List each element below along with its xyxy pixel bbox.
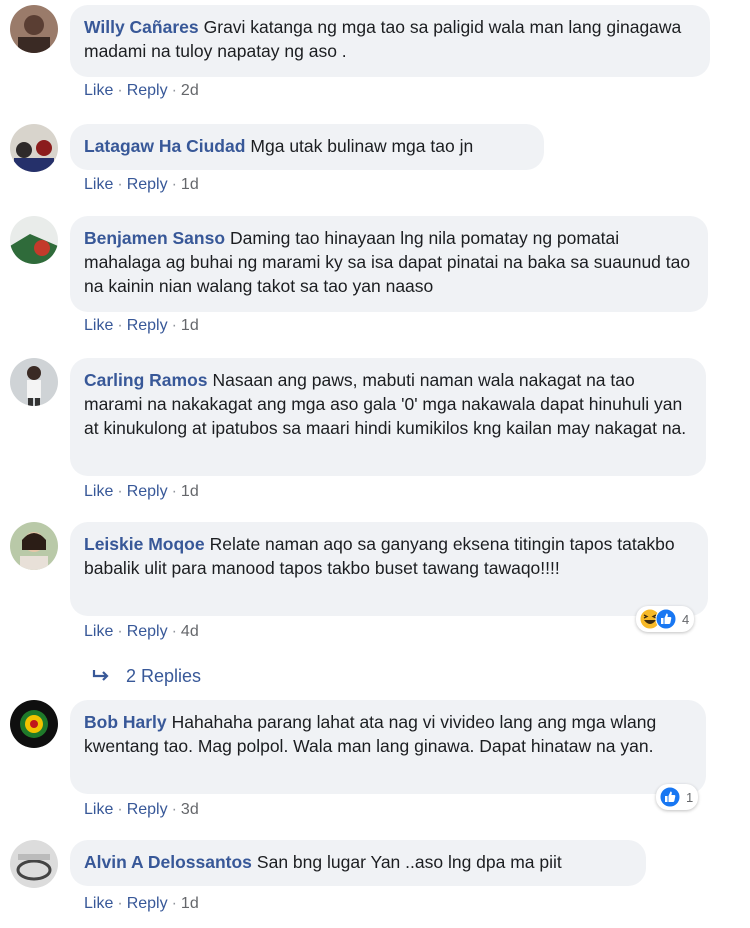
timestamp[interactable]: 1d <box>181 317 199 334</box>
avatar[interactable] <box>10 840 58 888</box>
like-icon <box>659 786 681 808</box>
like-button[interactable]: Like <box>84 895 113 912</box>
avatar[interactable] <box>10 700 58 748</box>
comment-author[interactable]: Willy Cañares <box>84 17 199 37</box>
comment-bubble: Leiskie Moqoe Relate naman aqo sa ganyang… <box>70 522 708 616</box>
comment-author[interactable]: Leiskie Moqoe <box>84 534 205 554</box>
like-button[interactable]: Like <box>84 82 113 99</box>
separator: · <box>171 317 177 334</box>
avatar[interactable] <box>10 522 58 570</box>
reply-button[interactable]: Reply <box>127 483 168 500</box>
reply-button[interactable]: Reply <box>127 895 168 912</box>
timestamp[interactable]: 4d <box>181 623 199 640</box>
separator: · <box>117 176 123 193</box>
separator: · <box>117 483 123 500</box>
like-button[interactable]: Like <box>84 317 113 334</box>
comment-actions: Like · Reply · 4d <box>84 622 199 642</box>
comment-bubble: Bob Harly Hahahaha parang lahat ata nag v… <box>70 700 706 794</box>
comment-bubble: Benjamen Sanso Daming tao hinayaan lng ni… <box>70 216 708 312</box>
comment-actions: Like · Reply · 1d <box>84 482 199 502</box>
comment-author[interactable]: Bob Harly <box>84 712 167 732</box>
avatar[interactable] <box>10 216 58 264</box>
comment-actions: Like · Reply · 2d <box>84 81 199 101</box>
timestamp[interactable]: 2d <box>181 82 199 99</box>
comment-actions: Like · Reply · 1d <box>84 175 199 195</box>
separator: · <box>171 483 177 500</box>
timestamp[interactable]: 1d <box>181 895 199 912</box>
view-replies-link[interactable]: 2 Replies <box>92 664 201 688</box>
separator: · <box>117 317 123 334</box>
reply-button[interactable]: Reply <box>127 317 168 334</box>
avatar[interactable] <box>10 358 58 406</box>
like-icon <box>655 608 677 630</box>
separator: · <box>171 82 177 99</box>
comment-actions: Like · Reply · 1d <box>84 894 199 914</box>
like-button[interactable]: Like <box>84 483 113 500</box>
comment-bubble: Willy Cañares Gravi katanga ng mga tao sa… <box>70 5 710 77</box>
separator: · <box>171 623 177 640</box>
like-button[interactable]: Like <box>84 801 113 818</box>
comment-bubble: Alvin A Delossantos San bng lugar Yan ..a… <box>70 840 646 886</box>
reply-button[interactable]: Reply <box>127 176 168 193</box>
comment-author[interactable]: Benjamen Sanso <box>84 228 225 248</box>
reply-button[interactable]: Reply <box>127 82 168 99</box>
timestamp[interactable]: 1d <box>181 483 199 500</box>
comment-actions: Like · Reply · 1d <box>84 316 199 336</box>
comment-text: Hahahaha parang lahat ata nag vi vivideo… <box>84 712 657 756</box>
separator: · <box>117 82 123 99</box>
comment-bubble: Latagaw Ha Ciudad Mga utak bulinaw mga ta… <box>70 124 544 170</box>
reaction-count: 4 <box>682 611 690 627</box>
comment-actions: Like · Reply · 3d <box>84 800 199 820</box>
comment-bubble: Carling Ramos Nasaan ang paws, mabuti nam… <box>70 358 706 476</box>
avatar[interactable] <box>10 5 58 53</box>
reaction-summary[interactable]: 4 <box>636 606 695 632</box>
reaction-summary[interactable]: 1 <box>656 784 699 810</box>
reaction-count: 1 <box>686 789 694 805</box>
separator: · <box>171 176 177 193</box>
separator: · <box>117 801 123 818</box>
comment-author[interactable]: Carling Ramos <box>84 370 208 390</box>
reply-button[interactable]: Reply <box>127 801 168 818</box>
like-button[interactable]: Like <box>84 176 113 193</box>
avatar[interactable] <box>10 124 58 172</box>
reply-arrow-icon <box>92 670 109 681</box>
comment-author[interactable]: Alvin A Delossantos <box>84 852 252 872</box>
separator: · <box>117 623 123 640</box>
separator: · <box>117 895 123 912</box>
separator: · <box>171 801 177 818</box>
like-button[interactable]: Like <box>84 623 113 640</box>
comment-text: San bng lugar Yan ..aso lng dpa ma piit <box>256 852 562 872</box>
comment-author[interactable]: Latagaw Ha Ciudad <box>84 136 245 156</box>
replies-count-label[interactable]: 2 Replies <box>126 664 201 688</box>
timestamp[interactable]: 1d <box>181 176 199 193</box>
comment-text: Mga utak bulinaw mga tao jn <box>250 136 474 156</box>
timestamp[interactable]: 3d <box>181 801 199 818</box>
reply-button[interactable]: Reply <box>127 623 168 640</box>
separator: · <box>171 895 177 912</box>
